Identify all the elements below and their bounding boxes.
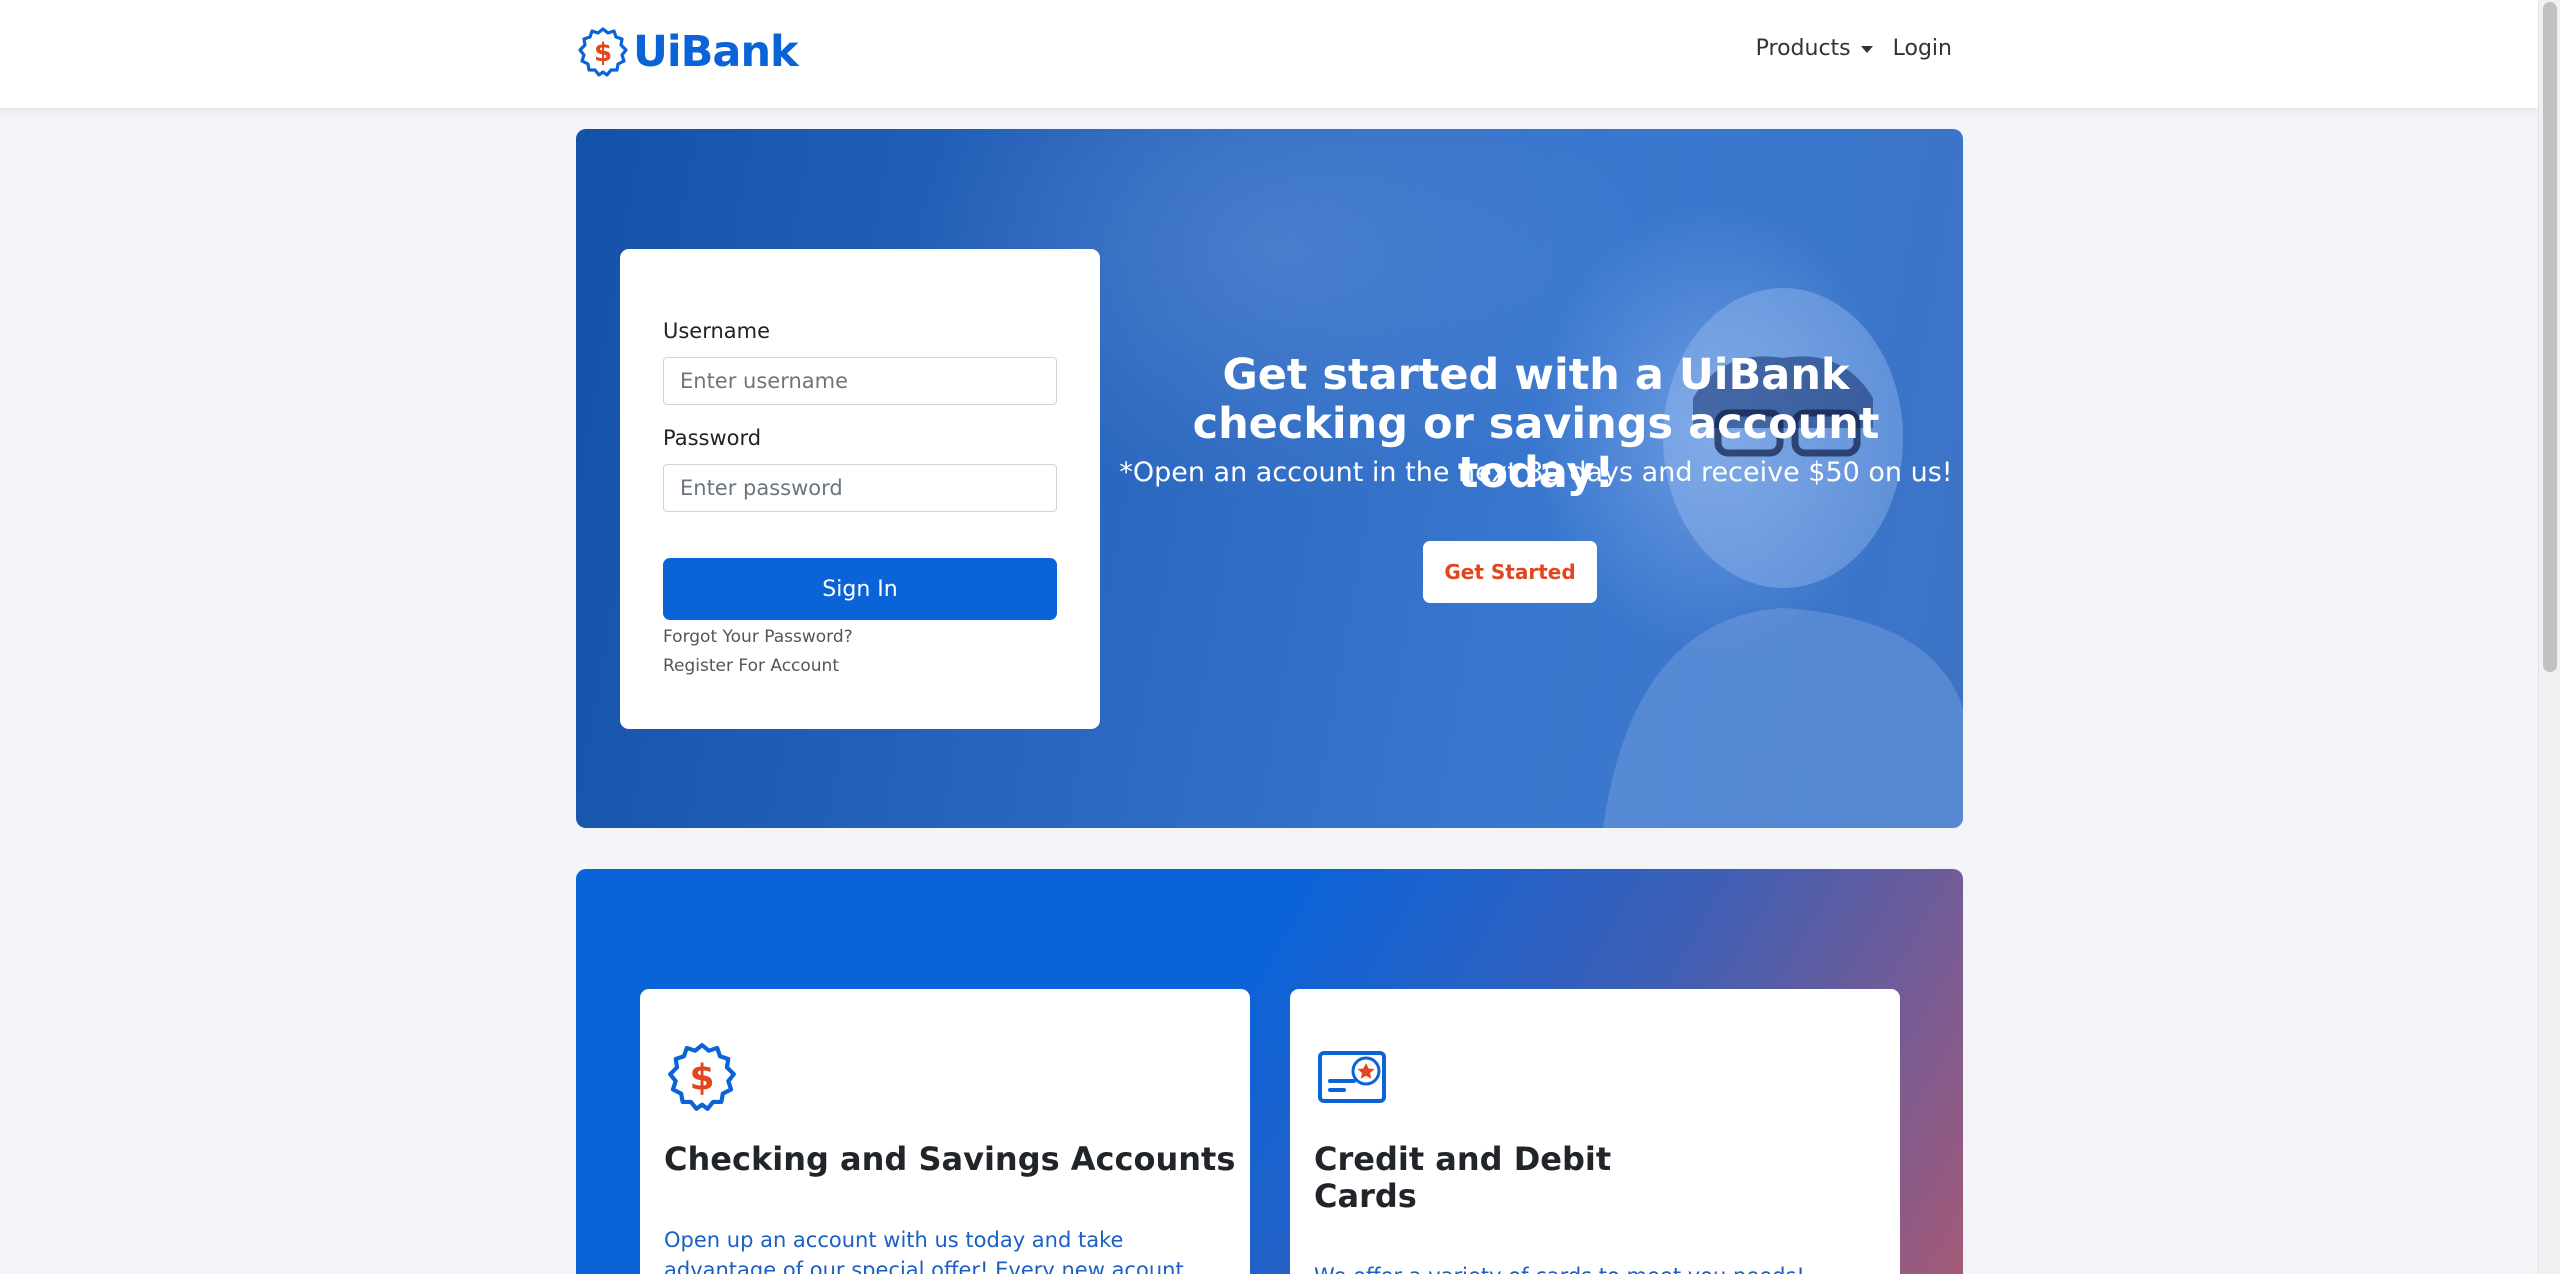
- password-input[interactable]: [663, 464, 1057, 512]
- login-card: Username Password Sign In Forgot Your Pa…: [620, 249, 1100, 729]
- get-started-button[interactable]: Get Started: [1423, 541, 1597, 603]
- dollar-badge-icon: $: [668, 1043, 736, 1111]
- hero-background-photo: [1603, 288, 1963, 828]
- product-title-line2: Cards: [1314, 1177, 1417, 1215]
- product-description: We offer a variety of cards to meet you …: [1314, 1261, 1884, 1274]
- hero-subtitle: *Open an account in the next 30 days and…: [1119, 457, 1953, 488]
- svg-text:$: $: [594, 38, 612, 68]
- product-title-line1: Credit and Debit: [1314, 1140, 1612, 1178]
- product-title: Checking and Savings Accounts: [664, 1140, 1236, 1178]
- password-label: Password: [663, 426, 762, 450]
- svg-text:$: $: [689, 1057, 714, 1098]
- products-label: Products: [1755, 36, 1851, 61]
- navbar: $ UiBank Products Login: [0, 0, 2538, 108]
- scrollbar-thumb[interactable]: [2543, 2, 2557, 672]
- dollar-badge-icon: $: [578, 27, 628, 77]
- product-card-accounts[interactable]: $ Checking and Savings Accounts Open up …: [640, 989, 1250, 1274]
- login-label: Login: [1892, 36, 1952, 61]
- product-title: Credit and Debit Cards: [1314, 1141, 1611, 1215]
- brand-name: UiBank: [633, 27, 799, 77]
- brand-logo-link[interactable]: $ UiBank: [577, 26, 799, 78]
- hero-banner: Username Password Sign In Forgot Your Pa…: [576, 129, 1963, 828]
- product-card-cards[interactable]: Credit and Debit Cards We offer a variet…: [1290, 989, 1900, 1274]
- credit-card-star-icon: [1318, 1051, 1386, 1103]
- page-scrollbar[interactable]: [2538, 0, 2560, 1274]
- login-link[interactable]: Login: [1893, 36, 1952, 61]
- sign-in-button[interactable]: Sign In: [663, 558, 1057, 620]
- username-label: Username: [663, 319, 771, 343]
- forgot-password-link[interactable]: Forgot Your Password?: [663, 627, 853, 647]
- caret-down-icon: [1860, 46, 1873, 53]
- username-input[interactable]: [663, 357, 1057, 405]
- nav-menu: Products Login: [1756, 36, 1952, 61]
- products-section: $ Checking and Savings Accounts Open up …: [576, 869, 1963, 1274]
- product-description: Open up an account with us today and tak…: [664, 1228, 1184, 1274]
- products-dropdown[interactable]: Products: [1756, 36, 1873, 61]
- register-link[interactable]: Register For Account: [663, 656, 839, 676]
